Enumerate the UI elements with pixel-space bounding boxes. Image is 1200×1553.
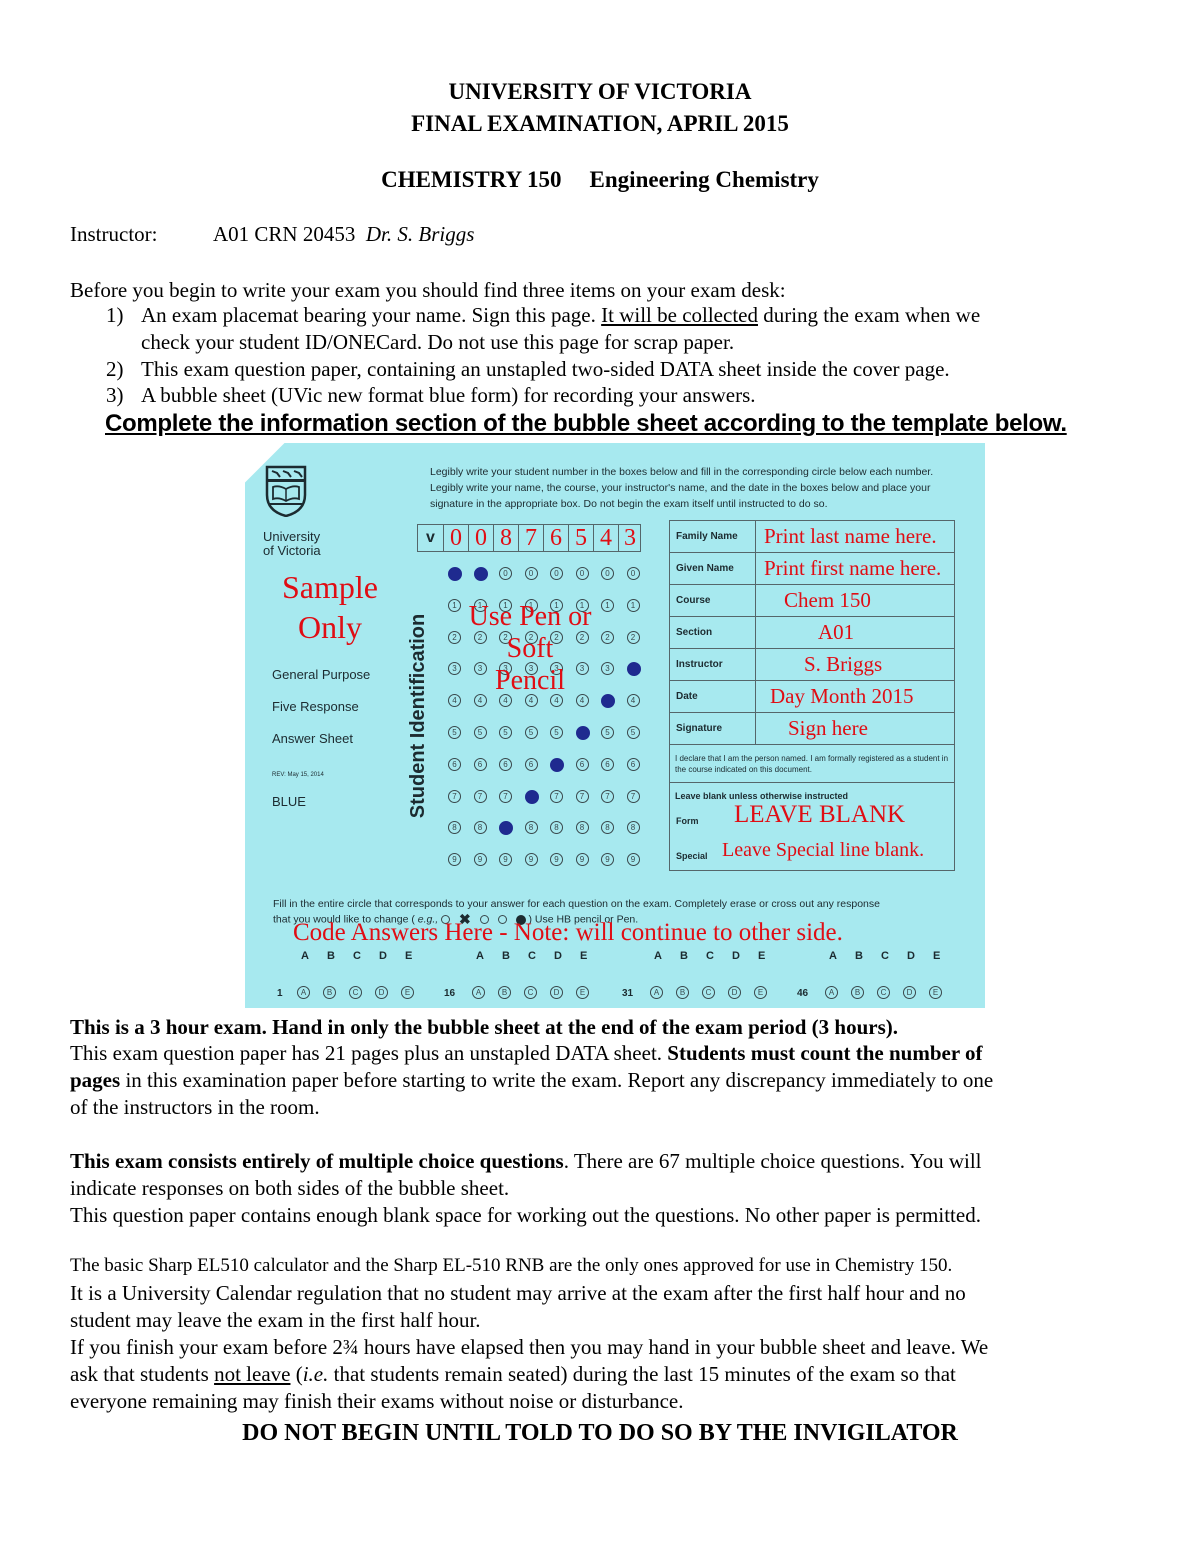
answer-bubble[interactable]: C [524, 986, 537, 999]
answer-bubble[interactable]: E [401, 986, 414, 999]
answer-letter: D [379, 950, 387, 962]
item-text: This exam question paper, containing an … [141, 357, 950, 381]
answer-letter: E [933, 950, 941, 962]
answer-bubble[interactable]: D [728, 986, 741, 999]
answer-letter: A [654, 950, 662, 962]
item-text: A bubble sheet (UVic new format blue for… [141, 383, 756, 407]
instructor-name: Dr. S. Briggs [365, 222, 475, 246]
answer-bubble[interactable]: C [877, 986, 890, 999]
answer-letter: C [353, 950, 361, 962]
intro-lead: Before you begin to write your exam you … [70, 278, 786, 302]
question-number: 31 [622, 988, 634, 999]
course-code: CHEMISTRY 150 [381, 167, 562, 192]
blank-space-note: This question paper contains enough blan… [70, 1203, 981, 1227]
answer-letter: E [580, 950, 588, 962]
answer-letter: C [528, 950, 536, 962]
note-text: everyone remaining may finish their exam… [70, 1389, 684, 1413]
answer-letter: D [554, 950, 562, 962]
instructor-section: A01 CRN 20453 [213, 222, 356, 246]
answer-bubble[interactable]: A [825, 986, 838, 999]
item-text: An exam placemat bearing your name. Sign… [141, 303, 602, 327]
answer-letter: B [502, 950, 510, 962]
answer-letter: E [758, 950, 766, 962]
answer-bubble[interactable]: A [650, 986, 663, 999]
note-text: This exam question paper has 21 pages pl… [70, 1041, 668, 1065]
note-text: student may leave the exam in the first … [70, 1308, 481, 1332]
item-number: 3) [106, 383, 124, 407]
answer-bubble[interactable]: B [851, 986, 864, 999]
answer-letter: B [327, 950, 335, 962]
note-bold-text: Students must count the number of [667, 1041, 983, 1065]
answer-bubble[interactable]: A [472, 986, 485, 999]
multiple-choice-note: This exam consists entirely of multiple … [70, 1148, 1140, 1229]
answer-bubble[interactable]: B [323, 986, 336, 999]
answer-letter: B [680, 950, 688, 962]
answer-bubble[interactable]: C [702, 986, 715, 999]
answer-letter: D [732, 950, 740, 962]
note-text: indicate responses on both sides of the … [70, 1176, 510, 1200]
question-number: 16 [444, 988, 456, 999]
course-name: Engineering Chemistry [589, 167, 819, 192]
university-title: UNIVERSITY OF VICTORIA [448, 79, 752, 104]
answer-letter: A [829, 950, 837, 962]
note-underlined-text: not leave [214, 1362, 291, 1386]
answer-bubble[interactable]: C [349, 986, 362, 999]
answer-letter: D [907, 950, 915, 962]
answer-bubble[interactable]: D [375, 986, 388, 999]
item-number: 1) [106, 303, 124, 327]
note-italic-text: i.e. [302, 1362, 329, 1386]
item-text: check your student ID/ONECard. Do not us… [141, 330, 735, 354]
answer-letter: A [476, 950, 484, 962]
answer-bubble[interactable]: D [550, 986, 563, 999]
regulation-note: It is a University Calendar regulation t… [70, 1280, 1140, 1415]
item-text: during the exam when we [757, 303, 981, 327]
answer-bubble[interactable]: B [498, 986, 511, 999]
note-text: ( [290, 1362, 303, 1386]
answer-letter: C [706, 950, 714, 962]
bubble-sheet-template: University of Victoria Legibly write you… [245, 443, 985, 1008]
answer-bubble[interactable]: A [297, 986, 310, 999]
answer-bubble[interactable]: E [754, 986, 767, 999]
item-underlined-text: It will be collected [601, 303, 758, 327]
exam-duration-note: This is a 3 hour exam. Hand in only the … [70, 1015, 899, 1039]
item-number: 2) [106, 357, 124, 381]
note-bold-text: pages [70, 1068, 121, 1092]
answer-bubble[interactable]: E [929, 986, 942, 999]
calculator-note: The basic Sharp EL510 calculator and the… [70, 1255, 953, 1276]
answer-letter: B [855, 950, 863, 962]
note-text: . There are 67 multiple choice questions… [563, 1149, 982, 1173]
question-number: 46 [797, 988, 809, 999]
do-not-begin-warning: DO NOT BEGIN UNTIL TOLD TO DO SO BY THE … [242, 1420, 958, 1446]
page-count-note: This exam question paper has 21 pages pl… [70, 1040, 1140, 1121]
note-text: ask that students [70, 1362, 215, 1386]
note-bold-text: This exam consists entirely of multiple … [70, 1149, 564, 1173]
answer-bubble[interactable]: E [576, 986, 589, 999]
answer-bubble[interactable]: B [676, 986, 689, 999]
answer-letter: E [405, 950, 413, 962]
note-text: If you finish your exam before 2¾ hours … [70, 1335, 989, 1359]
exam-title: FINAL EXAMINATION, APRIL 2015 [411, 111, 789, 136]
answer-letter: C [881, 950, 889, 962]
note-text: It is a University Calendar regulation t… [70, 1281, 966, 1305]
note-text: of the instructors in the room. [70, 1095, 320, 1119]
bubble-sheet-instruction: Complete the information section of the … [105, 410, 1067, 437]
course-title: CHEMISTRY 150 Engineering Chemistry [0, 164, 1200, 196]
answer-area: A B C D E 1 A B C D E A B C D E 16 A B C D E A B C D E 31 A B C D E A B C D E… [245, 443, 985, 1008]
note-text: in this examination paper before startin… [120, 1068, 994, 1092]
note-text: that students remain seated) during the … [328, 1362, 956, 1386]
question-number: 1 [277, 988, 283, 999]
instructor-line: Instructor: A01 CRN 20453 Dr. S. Briggs [70, 221, 474, 248]
answer-letter: A [301, 950, 309, 962]
instructor-label: Instructor: [70, 222, 158, 246]
answer-bubble[interactable]: D [903, 986, 916, 999]
